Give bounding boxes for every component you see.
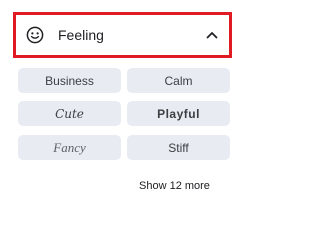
feeling-panel: Feeling Business Calm Cute Playful Fancy…: [0, 0, 245, 203]
option-stiff[interactable]: Stiff: [127, 135, 230, 160]
option-calm[interactable]: Calm: [127, 68, 230, 93]
option-cute[interactable]: Cute: [18, 101, 121, 126]
smiley-face-icon: [24, 24, 46, 46]
chevron-up-icon[interactable]: [205, 28, 219, 42]
option-fancy[interactable]: Fancy: [18, 135, 121, 160]
feeling-section-header[interactable]: Feeling: [13, 12, 232, 58]
show-more-link[interactable]: Show 12 more: [139, 180, 210, 192]
section-title: Feeling: [58, 27, 104, 43]
option-playful[interactable]: Playful: [127, 101, 230, 126]
option-business[interactable]: Business: [18, 68, 121, 93]
